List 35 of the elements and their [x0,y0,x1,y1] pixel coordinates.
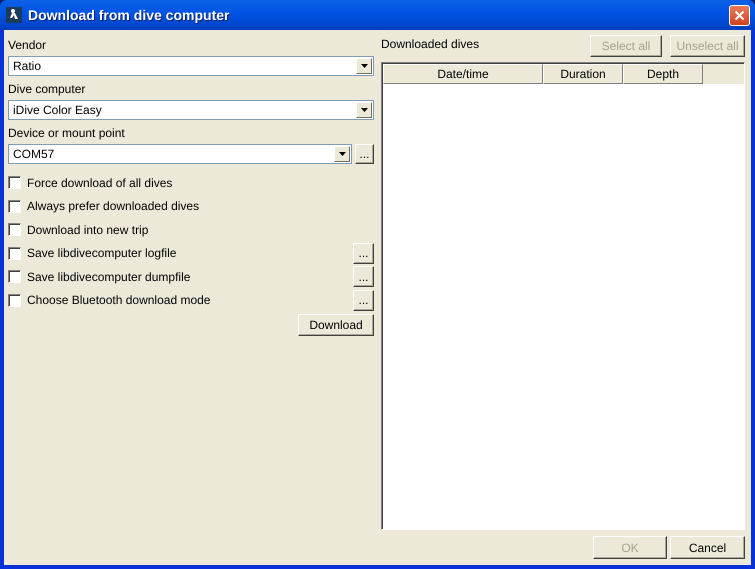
dropdown-field[interactable]: Ratio [8,56,374,76]
section-title: Downloaded dives [381,36,480,53]
window-title: Download from dive computer [28,7,230,23]
checkbox[interactable] [8,176,21,190]
checkbox[interactable] [8,270,21,284]
field-label: Device or mount point [8,125,126,142]
browse-button[interactable]: ... [355,144,374,164]
browse-button[interactable]: ... [353,242,374,264]
field-label: Dive computer [8,81,86,98]
checkbox[interactable] [8,200,21,213]
diver-icon [6,7,22,23]
cancel-button[interactable]: Cancel [670,536,745,559]
close-icon [734,10,745,20]
checkbox[interactable] [8,294,21,307]
checkbox-label: Download into new trip [27,222,150,237]
checkbox-label: Always prefer downloaded dives [27,199,200,214]
checkbox[interactable] [8,246,21,260]
column-header[interactable]: Date/time [383,64,543,84]
dropdown-field[interactable]: iDive Color Easy [8,100,374,120]
browse-button[interactable]: ... [353,290,374,311]
checkbox-label: Save libdivecomputer dumpfile [27,270,192,284]
checkbox[interactable] [8,223,21,236]
field-label: Vendor [8,37,48,54]
dropdown-arrow-icon [360,108,368,112]
download-button[interactable]: Download [298,314,374,336]
dropdown-arrow-icon [360,64,368,68]
column-header[interactable]: Depth [623,64,703,84]
checkbox-label: Force download of all dives [27,176,174,190]
checkbox-label: Choose Bluetooth download mode [27,293,212,308]
dropdown-arrow-icon [338,152,346,156]
checkbox-label: Save libdivecomputer logfile [27,246,178,260]
browse-button[interactable]: ... [353,266,374,288]
column-header[interactable]: Duration [543,64,623,84]
close-button[interactable] [729,4,750,26]
dropdown-field[interactable]: COM57 [8,144,352,164]
